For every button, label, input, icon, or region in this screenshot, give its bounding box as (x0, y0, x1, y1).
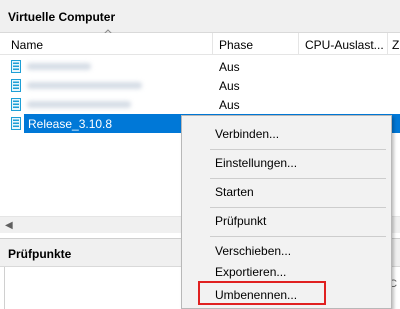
menu-separator (210, 149, 386, 150)
vm-icon (11, 79, 21, 92)
vm-name: Release_3.10.8 (28, 117, 113, 131)
vm-name-redacted (27, 82, 142, 89)
menu-separator (210, 207, 386, 208)
column-cpu-usage[interactable]: CPU-Auslast... (305, 38, 385, 52)
menu-item-settings[interactable]: Einstellungen... (215, 156, 297, 170)
column-header-row: Name Phase CPU-Auslast... Z (0, 33, 400, 55)
vm-name-redacted (27, 63, 91, 70)
vm-row[interactable]: Aus (0, 95, 400, 114)
vm-icon (11, 60, 21, 73)
panel-title: Virtuelle Computer (0, 0, 400, 33)
menu-separator (210, 178, 386, 179)
vm-row[interactable]: Aus (0, 76, 400, 95)
vm-icon (11, 98, 21, 111)
menu-item-move[interactable]: Verschieben... (215, 244, 291, 258)
column-divider[interactable] (387, 33, 388, 55)
rename-highlight-box (198, 281, 326, 305)
menu-item-export[interactable]: Exportieren... (215, 265, 286, 279)
vm-state: Aus (219, 98, 240, 112)
column-divider[interactable] (298, 33, 299, 55)
column-name[interactable]: Name (11, 38, 211, 52)
menu-item-start[interactable]: Starten (215, 185, 254, 199)
context-menu: Verbinden... Einstellungen... Starten Pr… (181, 115, 392, 309)
vm-row[interactable]: Aus (0, 57, 400, 76)
scroll-left-arrow-icon[interactable]: ◀ (5, 220, 13, 231)
vm-state: Aus (219, 60, 240, 74)
column-divider[interactable] (212, 33, 213, 55)
panel-divider (4, 267, 5, 309)
vm-state: Aus (219, 79, 240, 93)
column-truncated[interactable]: Z (392, 38, 400, 52)
column-phase[interactable]: Phase (219, 38, 299, 52)
menu-item-checkpoint[interactable]: Prüfpunkt (215, 214, 266, 228)
menu-separator (210, 236, 386, 237)
vm-icon (11, 117, 21, 130)
vm-name-redacted (27, 101, 131, 108)
menu-item-connect[interactable]: Verbinden... (215, 127, 279, 141)
